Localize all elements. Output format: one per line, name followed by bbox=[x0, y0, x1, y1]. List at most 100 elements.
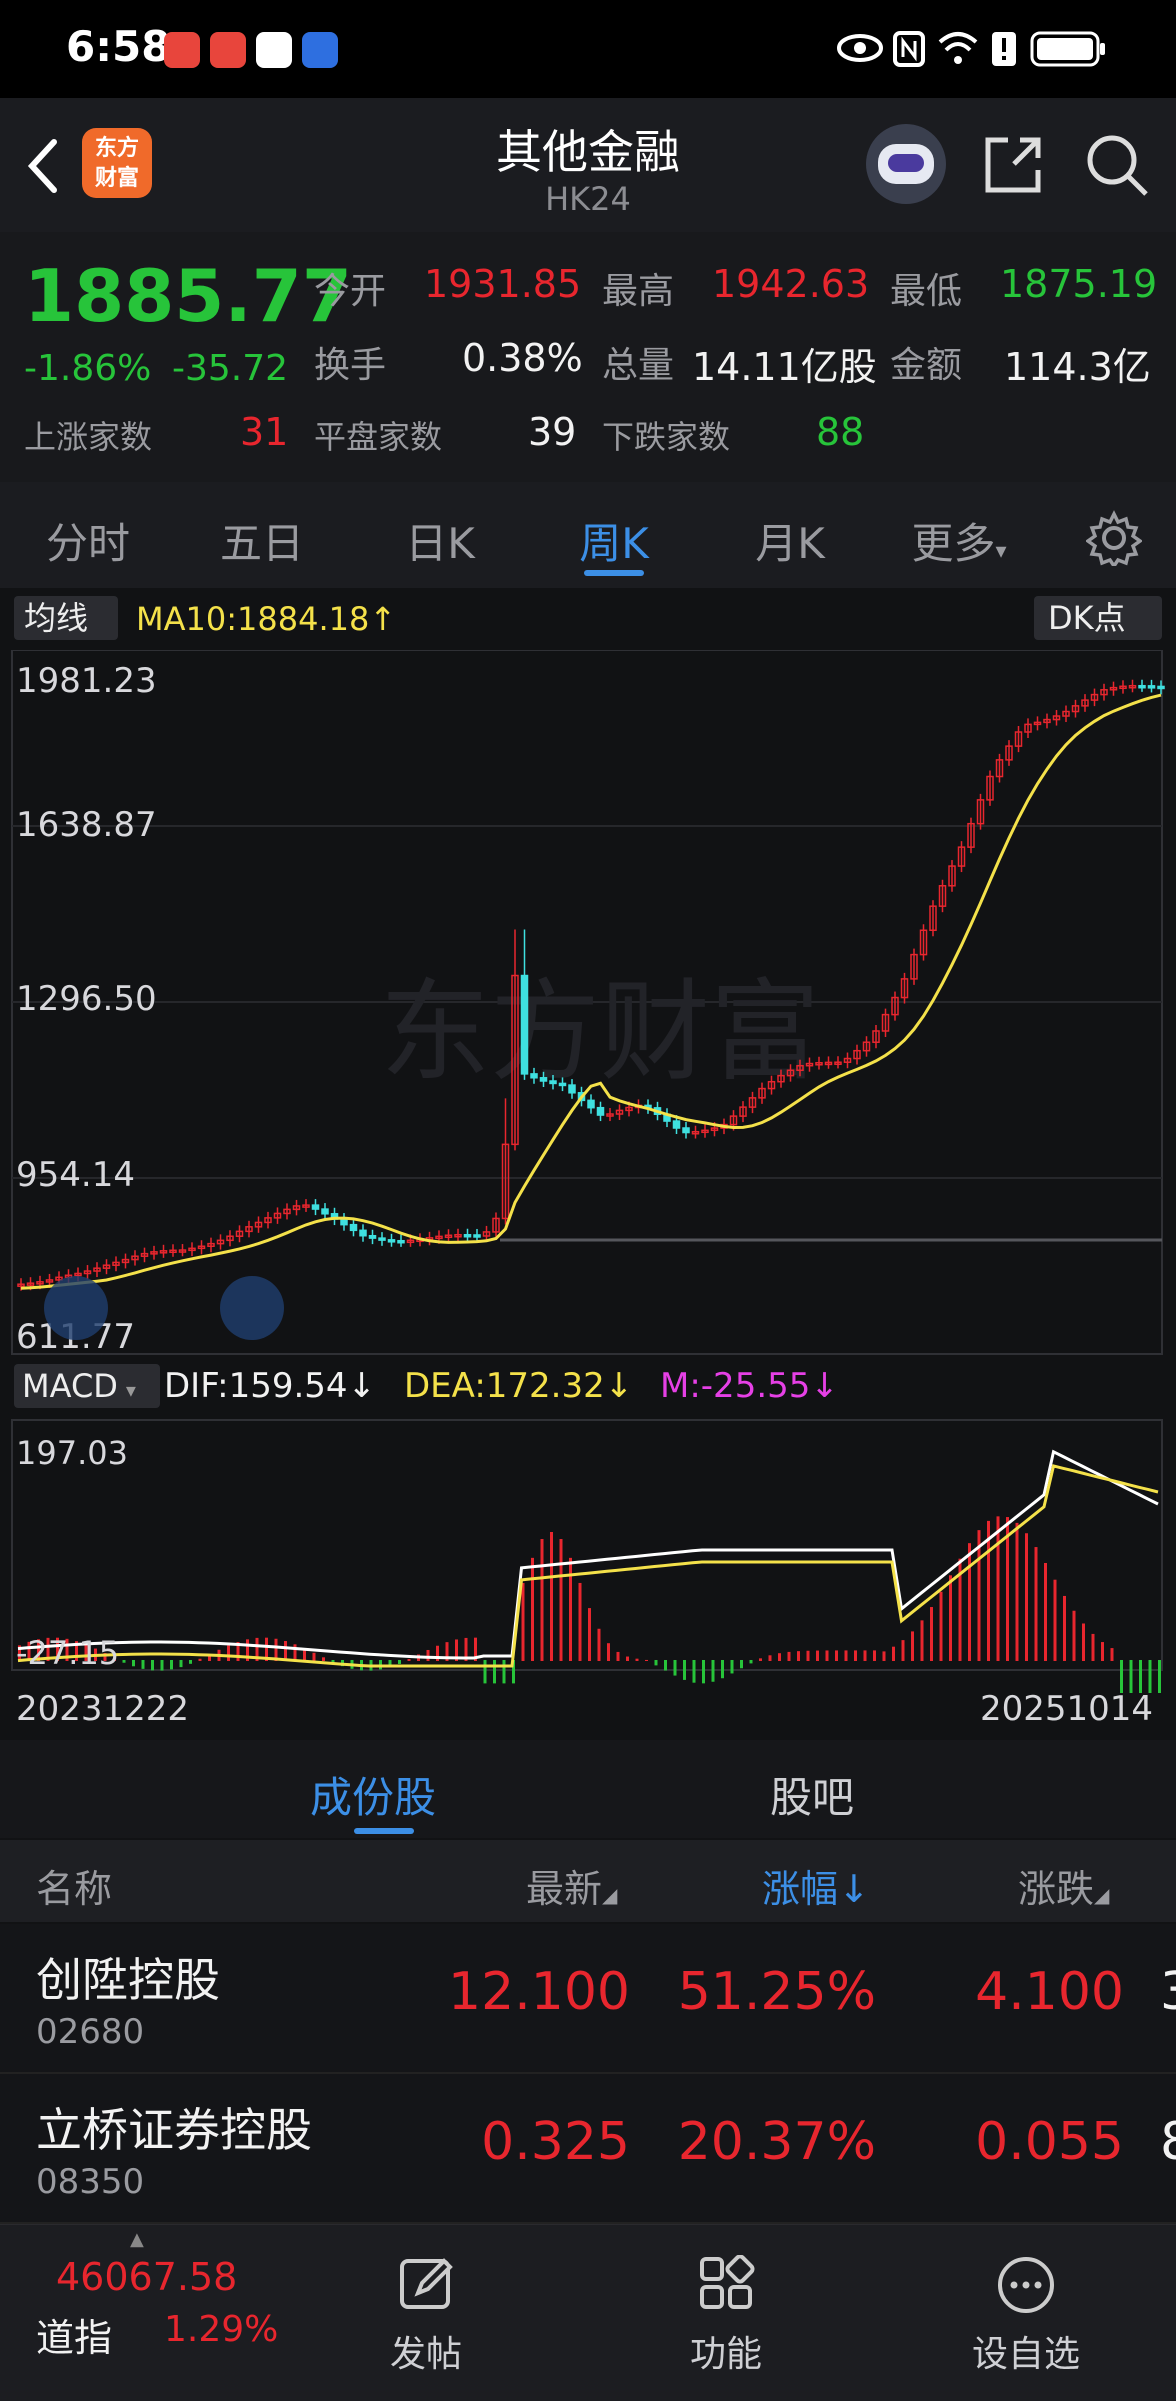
macd-bar bbox=[968, 1543, 971, 1661]
robot-assistant-icon[interactable] bbox=[866, 124, 946, 204]
table-row[interactable]: 立桥证券控股 08350 0.325 20.37% 0.055 8 bbox=[0, 2074, 1176, 2224]
down-count-label: 下跌家数 bbox=[602, 418, 731, 456]
macd-bar bbox=[293, 1644, 297, 1661]
macd-bar bbox=[588, 1608, 591, 1661]
tab-monthly-k[interactable]: 月K bbox=[720, 510, 860, 571]
macd-bar bbox=[483, 1660, 487, 1684]
nav-functions-label: 功能 bbox=[689, 2334, 762, 2375]
change-value: -35.72 bbox=[172, 348, 289, 389]
y-tick-label: 1981.23 bbox=[16, 661, 157, 701]
date-start: 20231222 bbox=[16, 1689, 189, 1729]
macd-bar bbox=[749, 1660, 753, 1664]
turnover-value: 0.38% bbox=[462, 336, 583, 380]
quote-panel: 1885.77 -1.86% -35.72 今开 1931.85 最高 1942… bbox=[0, 232, 1176, 482]
tab-minute[interactable]: 分时 bbox=[18, 510, 158, 571]
flat-count: 39 bbox=[528, 410, 577, 454]
macd-bar bbox=[1101, 1642, 1104, 1661]
index-change: 1.29% bbox=[164, 2309, 279, 2350]
macd-bar bbox=[1034, 1547, 1038, 1661]
macd-bar bbox=[521, 1582, 525, 1661]
macd-bar bbox=[322, 1657, 325, 1661]
index-ticker[interactable]: ▲ 46067.58 道指 1.29% bbox=[20, 2225, 280, 2401]
candle-body bbox=[387, 1239, 396, 1243]
macd-selector-label: MACD bbox=[22, 1367, 118, 1405]
macd-bar bbox=[797, 1651, 800, 1661]
macd-bar bbox=[787, 1651, 791, 1661]
candle-body bbox=[368, 1234, 377, 1239]
nav-add-watchlist-label: 设自选 bbox=[971, 2334, 1080, 2375]
macd-bar bbox=[692, 1660, 696, 1683]
column-change-label: 涨跌 bbox=[1018, 1867, 1095, 1911]
macd-bar bbox=[531, 1557, 534, 1661]
macd-bar bbox=[141, 1660, 145, 1669]
eye-icon bbox=[837, 34, 883, 62]
macd-bar bbox=[759, 1658, 762, 1661]
caret-down-icon: ▾ bbox=[995, 539, 1007, 564]
up-count-label: 上涨家数 bbox=[24, 418, 153, 456]
volume-label: 总量 bbox=[602, 345, 675, 386]
candle-body bbox=[1147, 685, 1156, 689]
ma-selector[interactable]: 均线 bbox=[14, 596, 118, 640]
share-icon[interactable] bbox=[980, 132, 1046, 198]
macd-y-bottom: -27.15 bbox=[16, 1634, 119, 1672]
ma-selector-label: 均线 bbox=[24, 599, 89, 637]
macd-bar bbox=[1110, 1648, 1114, 1661]
y-tick-label: 1638.87 bbox=[16, 805, 157, 845]
macd-bar bbox=[426, 1649, 430, 1661]
scroll-left-icon bbox=[44, 1276, 108, 1340]
macd-bar bbox=[882, 1651, 886, 1661]
tab-weekly-k[interactable]: 周K bbox=[544, 510, 684, 571]
sort-icon: ◢ bbox=[1094, 1883, 1110, 1907]
tab-daily-k[interactable]: 日K bbox=[370, 510, 510, 571]
macd-bar bbox=[170, 1660, 173, 1670]
m-label: M:-25.55↓ bbox=[660, 1366, 839, 1406]
macd-bar bbox=[844, 1650, 848, 1661]
caret-up-icon: ▲ bbox=[130, 2229, 144, 2250]
tab-more[interactable]: 更多▾ bbox=[894, 510, 1024, 571]
macd-bar bbox=[863, 1650, 867, 1661]
macd-selector[interactable]: MACD ▾ bbox=[14, 1364, 160, 1408]
tab-forum[interactable]: 股吧 bbox=[770, 1764, 854, 1825]
macd-bar bbox=[284, 1641, 287, 1661]
macd-bar bbox=[835, 1650, 838, 1661]
macd-bar bbox=[122, 1660, 126, 1663]
index-name: 道指 bbox=[36, 2316, 113, 2360]
stock-change: 0.055 bbox=[975, 2112, 1124, 2172]
settings-gear-icon[interactable] bbox=[1086, 510, 1142, 566]
notification-icon bbox=[164, 32, 200, 68]
edit-post-icon bbox=[400, 2258, 453, 2309]
column-latest[interactable]: 最新◢ bbox=[526, 1858, 617, 1913]
message-icon bbox=[210, 32, 246, 68]
sort-icon: ◢ bbox=[602, 1883, 618, 1907]
candle-body bbox=[463, 1233, 472, 1238]
kline-svg: 东方财富 1981.23 1638.87 1296.50 954.14 611.… bbox=[11, 650, 1165, 1729]
macd-bar bbox=[578, 1582, 582, 1661]
candle-body bbox=[596, 1106, 605, 1116]
tab-constituents[interactable]: 成份股 bbox=[310, 1764, 436, 1825]
dk-point-button[interactable]: DK点 bbox=[1034, 596, 1162, 640]
macd-bar bbox=[189, 1660, 192, 1664]
volume-value: 14.11亿股 bbox=[692, 345, 877, 389]
macd-bar bbox=[1015, 1522, 1019, 1661]
macd-bar bbox=[493, 1660, 496, 1684]
macd-histogram bbox=[18, 1516, 1161, 1693]
column-change-pct[interactable]: 涨幅↓ bbox=[762, 1858, 870, 1913]
period-tabs: 分时 五日 日K 周K 月K 更多▾ bbox=[0, 482, 1176, 588]
candle-body bbox=[349, 1223, 358, 1232]
macd-bar bbox=[312, 1652, 316, 1661]
column-latest-label: 最新 bbox=[526, 1867, 603, 1911]
high-value: 1942.63 bbox=[712, 262, 870, 306]
table-row[interactable]: 创陞控股 02680 12.100 51.25% 4.100 3 bbox=[0, 1924, 1176, 2074]
search-icon[interactable] bbox=[1084, 132, 1150, 198]
macd-bar bbox=[1091, 1633, 1095, 1661]
column-change[interactable]: 涨跌◢ bbox=[1018, 1858, 1109, 1913]
macd-bar bbox=[607, 1643, 610, 1661]
macd-bar bbox=[996, 1516, 1000, 1661]
candle-body bbox=[1157, 685, 1165, 690]
macd-bar bbox=[949, 1575, 952, 1661]
y-tick-label: 954.14 bbox=[16, 1155, 135, 1195]
stock-code: 08350 bbox=[36, 2162, 145, 2202]
macd-bar bbox=[892, 1646, 895, 1661]
macd-bar bbox=[151, 1660, 154, 1671]
tab-five-day[interactable]: 五日 bbox=[192, 510, 332, 571]
